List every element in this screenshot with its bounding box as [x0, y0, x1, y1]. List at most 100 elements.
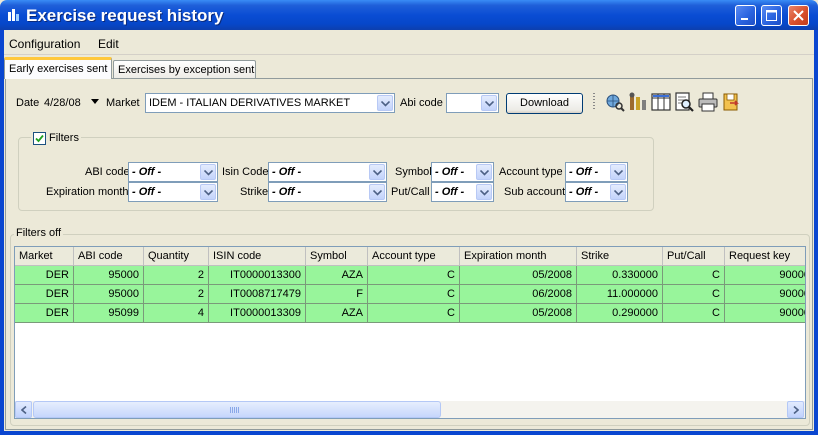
column-header-symbol[interactable]: Symbol	[306, 247, 368, 266]
cell-strike: 0.290000	[577, 304, 663, 323]
app-icon	[8, 9, 19, 21]
results-table[interactable]: Market ABI code Quantity ISIN code Symbo…	[14, 246, 806, 419]
scroll-left-button[interactable]	[15, 401, 32, 418]
table-row[interactable]: DER 95000 2 IT0008717479 F C 06/2008 11.…	[15, 285, 805, 304]
table-header: Market ABI code Quantity ISIN code Symbo…	[15, 247, 805, 266]
column-header-quantity[interactable]: Quantity	[144, 247, 209, 266]
search-globe-icon[interactable]	[604, 91, 626, 113]
column-header-account-type[interactable]: Account type	[368, 247, 460, 266]
chevron-down-icon	[610, 164, 626, 180]
cell-strike: 11.000000	[577, 285, 663, 304]
cell-quantity: 2	[144, 285, 209, 304]
cell-account-type: C	[368, 285, 460, 304]
menu-edit[interactable]: Edit	[98, 37, 119, 51]
filter-strike-select[interactable]: - Off -	[268, 182, 387, 202]
chevron-down-icon	[200, 184, 216, 200]
results-group-title: Filters off	[14, 227, 64, 239]
date-dropdown-icon[interactable]	[91, 99, 99, 105]
cell-isin-code: IT0008717479	[209, 285, 306, 304]
title-bar[interactable]: Exercise request history	[0, 0, 818, 30]
filter-isin-code-value: - Off -	[272, 166, 302, 178]
column-header-market[interactable]: Market	[15, 247, 74, 266]
cell-abi-code: 95000	[74, 285, 144, 304]
chevron-down-icon	[481, 95, 497, 111]
print-icon[interactable]	[697, 91, 719, 113]
filter-account-type-value: - Off -	[569, 166, 599, 178]
tab-early-exercises-sent[interactable]: Early exercises sent	[4, 57, 112, 79]
cell-quantity: 4	[144, 304, 209, 323]
maximize-button[interactable]	[761, 5, 782, 26]
filter-expiration-month-value: - Off -	[132, 186, 162, 198]
chevron-down-icon	[476, 164, 492, 180]
chevron-down-icon	[610, 184, 626, 200]
table-row[interactable]: DER 95099 4 IT0000013309 AZA C 05/2008 0…	[15, 304, 805, 323]
cell-symbol: F	[306, 285, 368, 304]
menu-configuration[interactable]: Configuration	[9, 37, 80, 51]
window-title: Exercise request history	[26, 6, 224, 25]
date-value[interactable]: 4/28/08	[44, 97, 81, 109]
cell-symbol: AZA	[306, 266, 368, 285]
window-border-bottom	[0, 431, 818, 435]
filter-isin-code-select[interactable]: - Off -	[268, 162, 387, 182]
market-label: Market	[106, 97, 140, 109]
close-button[interactable]	[788, 5, 809, 26]
cell-symbol: AZA	[306, 304, 368, 323]
filter-strike-label: Strike	[240, 186, 269, 198]
column-header-isin-code[interactable]: ISIN code	[209, 247, 306, 266]
column-header-put-call[interactable]: Put/Call	[663, 247, 725, 266]
filter-account-type-select[interactable]: - Off -	[565, 162, 628, 182]
scroll-right-button[interactable]	[787, 401, 804, 418]
maximize-icon	[766, 10, 777, 21]
filter-account-type-label: Account type	[499, 166, 563, 178]
cell-request-key: 90000	[725, 285, 805, 304]
column-header-expiration-month[interactable]: Expiration month	[460, 247, 577, 266]
cell-market: DER	[15, 304, 74, 323]
filter-put-call-select[interactable]: - Off -	[431, 182, 494, 202]
filter-abi-code-label: ABI code	[85, 166, 130, 178]
print-preview-icon[interactable]	[673, 91, 695, 113]
filter-expiration-month-select[interactable]: - Off -	[128, 182, 218, 202]
cell-market: DER	[15, 285, 74, 304]
filter-isin-code-label: Isin Code	[222, 166, 269, 178]
cell-expiration-month: 05/2008	[460, 266, 577, 285]
filter-sub-account-value: - Off -	[569, 186, 599, 198]
chevron-left-icon	[21, 406, 27, 414]
download-button[interactable]: Download	[506, 93, 583, 114]
window-border-right	[814, 30, 818, 435]
filters-checkbox[interactable]	[33, 132, 46, 145]
cell-put-call: C	[663, 304, 725, 323]
cell-isin-code: IT0000013309	[209, 304, 306, 323]
abi-code-select[interactable]	[446, 93, 499, 113]
cell-request-key: 90000	[725, 304, 805, 323]
chevron-down-icon	[476, 184, 492, 200]
column-header-request-key[interactable]: Request key	[725, 247, 805, 266]
filter-put-call-label: Put/Call	[391, 186, 430, 198]
column-header-abi-code[interactable]: ABI code	[74, 247, 144, 266]
table-row[interactable]: DER 95000 2 IT0000013300 AZA C 05/2008 0…	[15, 266, 805, 285]
cell-put-call: C	[663, 266, 725, 285]
columns-icon[interactable]	[650, 91, 672, 113]
market-select[interactable]: IDEM - ITALIAN DERIVATIVES MARKET	[145, 93, 395, 113]
tools-icon[interactable]	[627, 91, 649, 113]
cell-market: DER	[15, 266, 74, 285]
cell-account-type: C	[368, 266, 460, 285]
scroll-thumb[interactable]	[33, 401, 441, 418]
horizontal-scrollbar[interactable]	[15, 401, 805, 418]
cell-isin-code: IT0000013300	[209, 266, 306, 285]
column-header-strike[interactable]: Strike	[577, 247, 663, 266]
filter-abi-code-select[interactable]: - Off -	[128, 162, 218, 182]
tab-exercises-by-exception-sent[interactable]: Exercises by exception sent	[113, 60, 256, 79]
filter-symbol-select[interactable]: - Off -	[431, 162, 494, 182]
minimize-button[interactable]	[735, 5, 756, 26]
cell-abi-code: 95000	[74, 266, 144, 285]
date-label: Date	[16, 97, 40, 109]
abi-code-label: Abi code	[400, 97, 443, 109]
cell-put-call: C	[663, 285, 725, 304]
close-icon	[793, 10, 804, 21]
filters-label: Filters	[49, 132, 79, 144]
scroll-grip	[230, 407, 240, 413]
minimize-icon	[741, 18, 748, 20]
chevron-down-icon	[369, 164, 385, 180]
filter-sub-account-select[interactable]: - Off -	[565, 182, 628, 202]
export-icon[interactable]	[720, 91, 742, 113]
